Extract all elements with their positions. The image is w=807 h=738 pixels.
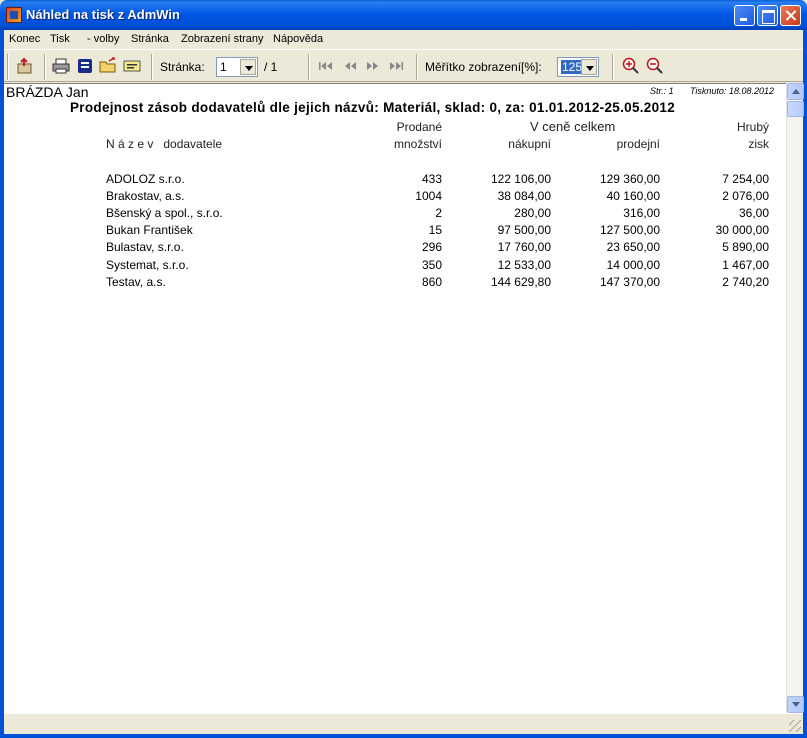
last-page-icon[interactable]: [387, 57, 405, 75]
page-total: / 1: [264, 60, 278, 74]
zoom-select-value: 125: [561, 60, 584, 74]
gross-profit: 36,00: [738, 206, 769, 220]
column-profit-top: Hrubý: [736, 120, 769, 134]
purchase-price: 97 500,00: [497, 223, 551, 237]
printed-date-info: Tisknuto: 18.08.2012: [690, 86, 774, 96]
sale-price: 316,00: [623, 206, 660, 220]
open-icon[interactable]: [99, 57, 117, 75]
sale-price: 23 650,00: [606, 240, 660, 254]
scroll-up-button[interactable]: [787, 83, 804, 100]
gross-profit: 2 740,20: [722, 275, 769, 289]
app-icon[interactable]: [6, 7, 22, 23]
menu-tisk[interactable]: Tisk: [50, 33, 70, 45]
vertical-scrollbar[interactable]: [786, 83, 804, 713]
sold-quantity: 296: [421, 240, 442, 254]
gross-profit: 5 890,00: [722, 240, 769, 254]
purchase-price: 144 629,80: [490, 275, 551, 289]
toolbar-separator: [44, 54, 46, 80]
supplier-name: Bulastav, s.r.o.: [106, 240, 184, 254]
gross-profit: 2 076,00: [722, 189, 769, 203]
page-label: Stránka:: [160, 60, 205, 74]
supplier-name: Testav, a.s.: [106, 275, 166, 289]
minimize-button[interactable]: [734, 5, 755, 26]
column-sold-top: Prodané: [396, 120, 442, 134]
menu-zobrazeni-strany[interactable]: Zobrazení strany: [181, 33, 264, 45]
toolbar: Stránka: 1 / 1 Měřítko zobrazení[%]: 125: [4, 49, 803, 82]
sold-quantity: 860: [421, 275, 442, 289]
purchase-price: 12 533,00: [497, 258, 551, 272]
supplier-name: Brakostav, a.s.: [106, 189, 185, 203]
first-page-icon[interactable]: [317, 57, 335, 75]
sale-price: 147 370,00: [599, 275, 660, 289]
column-profit-bottom: zisk: [748, 137, 769, 151]
zoom-label: Měřítko zobrazení[%]:: [425, 60, 542, 74]
maximize-button[interactable]: [757, 5, 778, 26]
column-purchase: nákupní: [508, 137, 551, 151]
sold-quantity: 1004: [415, 189, 442, 203]
chevron-down-icon[interactable]: [581, 59, 597, 75]
next-page-icon[interactable]: [364, 57, 382, 75]
menu-volby[interactable]: - volby: [87, 33, 119, 45]
sale-price: 129 360,00: [599, 172, 660, 186]
menu-napoveda[interactable]: Nápověda: [273, 33, 323, 45]
zoom-in-icon[interactable]: [622, 57, 640, 75]
window-frame-bottom: [0, 734, 807, 738]
column-price-group: V ceně celkem: [530, 119, 616, 134]
purchase-price: 280,00: [514, 206, 551, 220]
close-button[interactable]: [780, 5, 801, 26]
sale-price: 127 500,00: [599, 223, 660, 237]
toolbar-separator: [151, 54, 153, 80]
supplier-name: ADOLOZ s.r.o.: [106, 172, 185, 186]
supplier-name: Bšenský a spol., s.r.o.: [106, 206, 223, 220]
print-setup-icon[interactable]: [76, 57, 94, 75]
page-select[interactable]: 1: [216, 57, 258, 77]
export-icon[interactable]: [123, 57, 141, 75]
report-title: Prodejnost zásob dodavatelů dle jejich n…: [70, 100, 676, 115]
toolbar-separator: [416, 54, 418, 80]
sale-price: 14 000,00: [606, 258, 660, 272]
sold-quantity: 2: [435, 206, 442, 220]
purchase-price: 122 106,00: [490, 172, 551, 186]
report-header-name: BRÁZDA Jan: [6, 84, 89, 100]
purchase-price: 38 084,00: [497, 189, 551, 203]
title-bar[interactable]: Náhled na tisk z AdmWin: [0, 0, 807, 30]
sold-quantity: 350: [421, 258, 442, 272]
prev-page-icon[interactable]: [341, 57, 359, 75]
menu-stranka[interactable]: Stránka: [131, 33, 169, 45]
menu-konec[interactable]: Konec: [9, 33, 40, 45]
purchase-price: 17 760,00: [497, 240, 551, 254]
print-icon[interactable]: [52, 57, 70, 75]
window-frame-right: [803, 30, 807, 738]
gross-profit: 7 254,00: [722, 172, 769, 186]
zoom-select[interactable]: 125: [557, 57, 599, 77]
print-preview-page[interactable]: BRÁZDA Jan Str.: 1 Tisknuto: 18.08.2012 …: [4, 83, 786, 713]
gross-profit: 1 467,00: [722, 258, 769, 272]
toolbar-separator: [7, 54, 9, 80]
supplier-name: Systemat, s.r.o.: [106, 258, 189, 272]
chevron-down-icon[interactable]: [240, 59, 256, 75]
column-sold-bottom: množství: [393, 137, 442, 151]
page-number-info: Str.: 1: [650, 86, 674, 96]
toolbar-separator: [308, 54, 310, 80]
status-bar: [4, 713, 803, 734]
sold-quantity: 433: [421, 172, 442, 186]
column-name: N á z e v dodavatele: [106, 137, 223, 151]
sale-price: 40 160,00: [606, 189, 660, 203]
scroll-thumb[interactable]: [787, 101, 804, 117]
supplier-name: Bukan František: [106, 223, 193, 237]
zoom-out-icon[interactable]: [646, 57, 664, 75]
window-title: Náhled na tisk z AdmWin: [26, 7, 180, 22]
scroll-down-button[interactable]: [787, 696, 804, 713]
resize-grip-icon[interactable]: [789, 720, 801, 732]
gross-profit: 30 000,00: [715, 223, 769, 237]
menu-bar: Konec Tisk - volby Stránka Zobrazení str…: [4, 30, 803, 48]
page-select-value: 1: [220, 60, 227, 74]
sold-quantity: 15: [428, 223, 442, 237]
exit-icon[interactable]: [16, 57, 34, 75]
column-sale: prodejní: [616, 137, 660, 151]
toolbar-separator: [612, 54, 614, 80]
